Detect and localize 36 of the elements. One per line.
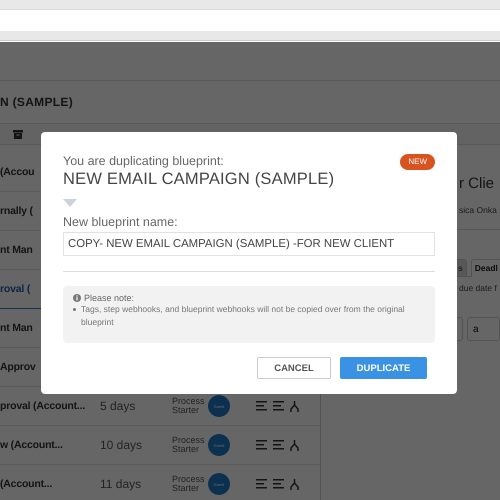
step-name[interactable]: w (Account...: [0, 439, 100, 451]
archive-icon[interactable]: [13, 130, 23, 138]
step-duration: 10 days: [100, 438, 144, 452]
step-duration: 11 days: [100, 477, 142, 491]
bullet-icon: [73, 308, 76, 311]
list-icon[interactable]: [273, 440, 284, 450]
text-align-icon[interactable]: [256, 400, 267, 410]
branch-icon[interactable]: [290, 440, 299, 450]
blueprint-title: N (SAMPLE): [0, 95, 73, 109]
step-name[interactable]: proval (Account...: [0, 400, 100, 412]
info-icon: [73, 294, 81, 302]
list-icon[interactable]: [273, 400, 284, 410]
assignee-label: Process Starter: [172, 475, 206, 493]
text-align-icon[interactable]: [256, 440, 267, 450]
note-text: Tags, step webhooks, and blueprint webhooks will not be copied over from the original blueprint: [81, 304, 405, 327]
blueprint-name-field[interactable]: COPY- NEW EMAIL CAMPAIGN (SAMPLE) -FOR NEW CLIENT: [63, 232, 435, 256]
branch-icon[interactable]: [290, 400, 299, 412]
dialog-title: NEW EMAIL CAMPAIGN (SAMPLE): [63, 170, 334, 189]
step-duration: 5 days: [100, 399, 136, 413]
field-label: New blueprint name:: [63, 215, 179, 229]
text-align-icon[interactable]: [256, 478, 267, 488]
step-name[interactable]: (Account...: [0, 478, 100, 490]
detail-tab[interactable]: Deadl: [470, 259, 500, 277]
detail-heading: r Clie: [459, 175, 494, 192]
detail-subtitle: sica Onka: [459, 205, 497, 215]
note-title: Please note:: [84, 293, 134, 303]
cancel-button[interactable]: CANCEL: [257, 357, 331, 379]
branch-icon[interactable]: [290, 478, 299, 490]
list-icon[interactable]: [273, 478, 284, 488]
dropdown-field[interactable]: a: [467, 317, 500, 341]
assignee-label: Process Starter: [172, 436, 206, 454]
dialog-intro: You are duplicating blueprint:: [63, 154, 225, 168]
hint-text: due date f: [459, 283, 497, 293]
assignee-label: Process Starter: [172, 397, 206, 415]
new-badge: NEW: [400, 154, 435, 170]
duplicate-button[interactable]: DUPLICATE: [340, 357, 427, 379]
